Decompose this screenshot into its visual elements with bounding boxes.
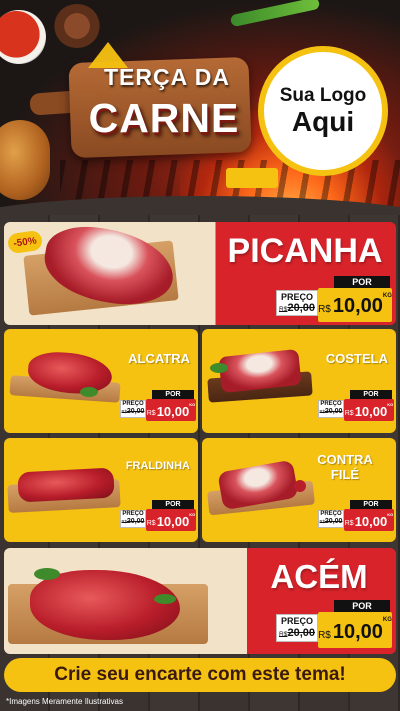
old-price: PREÇO R$20,00 (276, 614, 318, 642)
price-value: 10,00 (156, 514, 190, 529)
yellow-tab (226, 168, 278, 188)
old-value: 20,00 (324, 408, 343, 415)
currency: R$ (146, 410, 156, 417)
preco-label: PREÇO (280, 616, 313, 626)
unit: KG (387, 402, 394, 407)
product-name: CONTRA FILÉ (302, 452, 388, 482)
preco-label: PREÇO (122, 401, 144, 407)
old-price-value: R$20,00 (121, 408, 145, 415)
new-price: R$ 10,00 KG (344, 509, 394, 531)
acem-image (30, 570, 180, 640)
fraldinha-image (17, 467, 115, 503)
preco-label: PREÇO (320, 511, 342, 517)
unit: KG (189, 512, 196, 517)
new-price: R$ 10,00 KG (344, 399, 394, 421)
por-label: POR (152, 500, 194, 509)
product-name-line2: FILÉ (330, 467, 360, 482)
new-price: R$ 10,00 KG (318, 288, 392, 322)
logo-text-line2: Aqui (291, 106, 355, 138)
herb-decoration (80, 387, 98, 397)
footnote: *Imagens Meramente Ilustrativas (6, 697, 123, 706)
old-price-value: R$20,00 (319, 408, 343, 415)
product-name: ALCATRA (128, 351, 190, 366)
sausage-image (0, 120, 50, 200)
new-price: R$ 10,00 KG (318, 612, 392, 648)
old-price: PREÇO R$20,00 (120, 510, 146, 528)
unit: KG (189, 402, 196, 407)
old-value: 20,00 (324, 518, 343, 525)
currency: R$ (146, 520, 156, 527)
herb-decoration (34, 568, 60, 580)
new-price: R$ 10,00 KG (146, 399, 196, 421)
preco-label: PREÇO (280, 292, 313, 302)
cta-banner[interactable]: Crie seu encarte com este tema! (4, 658, 396, 692)
old-price-value: R$20,00 (277, 302, 317, 314)
por-label: POR (334, 276, 390, 288)
title-line2: CARNE (88, 95, 240, 141)
header: TERÇA DA CARNE Sua Logo Aqui (0, 0, 400, 215)
old-value: 20,00 (287, 627, 315, 639)
old-price-value: R$20,00 (319, 518, 343, 525)
product-name: FRALDINHA (125, 460, 190, 472)
product-name: PICANHA (227, 232, 383, 270)
currency: R$ (344, 410, 354, 417)
por-label: POR (350, 390, 392, 399)
herb-decoration (154, 594, 176, 604)
pepper-image (229, 0, 321, 28)
preco-label: PREÇO (122, 511, 144, 517)
old-price: PREÇO R$20,00 (318, 510, 344, 528)
product-name: COSTELA (325, 351, 388, 366)
currency: R$ (344, 520, 354, 527)
unit: KG (382, 617, 392, 623)
herb-decoration (210, 363, 228, 373)
old-price: PREÇO R$20,00 (318, 400, 344, 418)
price-value: 10,00 (156, 404, 190, 419)
product-name: ACÉM (270, 558, 368, 595)
por-label: POR (334, 600, 390, 612)
old-price: PREÇO R$20,00 (120, 400, 146, 418)
logo-text-line1: Sua Logo (279, 85, 367, 107)
flyer: TERÇA DA CARNE Sua Logo Aqui PICANHA -50… (0, 0, 400, 711)
sauce-bowl-image (0, 10, 46, 64)
title-line1: TERÇA DA (104, 64, 230, 90)
old-value: 20,00 (287, 302, 315, 314)
price-value: 10,00 (354, 514, 388, 529)
price-value: 10,00 (332, 295, 383, 317)
por-label: POR (152, 390, 194, 399)
currency: R$ (318, 304, 331, 315)
price-value: 10,00 (354, 404, 388, 419)
unit: KG (387, 512, 394, 517)
unit: KG (382, 293, 392, 299)
old-price-value: R$20,00 (277, 627, 317, 639)
price-value: 10,00 (332, 621, 383, 643)
old-value: 20,00 (126, 518, 145, 525)
logo-placeholder[interactable]: Sua Logo Aqui (258, 46, 388, 176)
old-price: PREÇO R$20,00 (276, 290, 318, 316)
new-price: R$ 10,00 KG (146, 509, 196, 531)
old-price-value: R$20,00 (121, 518, 145, 525)
old-value: 20,00 (126, 408, 145, 415)
preco-label: PREÇO (320, 401, 342, 407)
product-name-line1: CONTRA (317, 452, 373, 467)
currency: R$ (318, 630, 331, 641)
por-label: POR (350, 500, 392, 509)
